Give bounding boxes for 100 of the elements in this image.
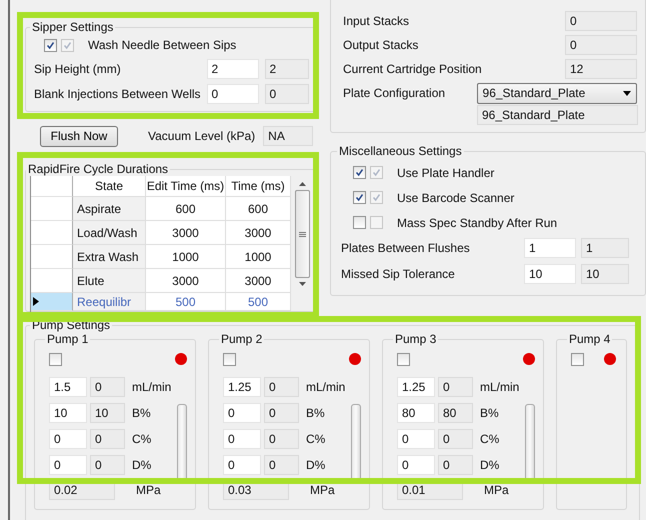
unit-label: D% <box>131 458 152 472</box>
table-row[interactable]: Load/Wash 3000 3000 <box>31 221 291 245</box>
checkbox[interactable] <box>370 216 383 229</box>
input-field[interactable]: 1.25 <box>223 377 261 397</box>
checkbox[interactable] <box>353 191 366 204</box>
input-field[interactable]: 1 <box>524 238 576 258</box>
readonly-field: 0 <box>264 84 309 104</box>
column-header[interactable]: State <box>73 176 146 197</box>
group-title: Pump 1 <box>46 332 90 346</box>
readonly-field: 80 <box>438 403 473 423</box>
readonly-field: 0 <box>90 429 125 449</box>
readonly-field: 0 <box>90 377 125 397</box>
table-cell: Reequilibr <box>73 293 146 311</box>
table-cell: 1000 <box>146 245 226 269</box>
field-label: Output Stacks <box>343 38 418 52</box>
group-title: Miscellaneous Settings <box>338 144 463 158</box>
table-cell: Load/Wash <box>73 221 146 245</box>
scroll-down-icon[interactable] <box>298 282 306 286</box>
table-cell: Elute <box>73 269 146 293</box>
table-cell: 3000 <box>226 269 291 293</box>
table-row[interactable]: Extra Wash 1000 1000 <box>31 245 291 269</box>
readonly-field: 0 <box>264 455 299 475</box>
table-cell: 600 <box>146 197 226 221</box>
input-field[interactable]: 1.5 <box>49 377 87 397</box>
unit-label: MPa <box>309 483 335 497</box>
column-header[interactable]: Time (ms) <box>226 176 291 197</box>
field-label: Input Stacks <box>343 14 410 28</box>
unit-label: B% <box>305 406 326 420</box>
row-header-cell[interactable] <box>31 221 73 245</box>
input-field[interactable]: 10 <box>49 403 87 423</box>
field-label: Plates Between Flushes <box>341 241 471 255</box>
readonly-field: 1 <box>581 238 629 258</box>
checkbox[interactable] <box>370 166 383 179</box>
readonly-field: 0 <box>565 11 637 31</box>
plate-dropdown[interactable]: 96_Standard_Plate <box>476 82 637 104</box>
input-field[interactable]: 0 <box>223 455 261 475</box>
input-field[interactable]: 0 <box>223 403 261 423</box>
table-row[interactable]: Reequilibr 500 500 <box>31 293 291 311</box>
input-field[interactable]: 0 <box>397 455 435 475</box>
readonly-field: 0 <box>438 429 473 449</box>
readonly-field: 0 <box>264 403 299 423</box>
readonly-field: 0 <box>438 455 473 475</box>
input-field[interactable]: 10 <box>524 264 576 284</box>
readonly-field: 10 <box>581 264 629 284</box>
group-title: Pump 3 <box>394 332 438 346</box>
checkbox-label: Mass Spec Standby After Run <box>397 216 558 230</box>
readonly-field: 2 <box>264 58 309 78</box>
unit-label: D% <box>305 458 326 472</box>
input-field[interactable]: 0 <box>206 84 259 104</box>
readonly-field: 0 <box>264 377 299 397</box>
input-field[interactable]: 80 <box>397 403 435 423</box>
field-label: Blank Injections Between Wells <box>34 86 201 100</box>
table-row[interactable]: Aspirate 600 600 <box>31 197 291 221</box>
unit-label: C% <box>305 432 326 446</box>
row-pointer-icon <box>33 297 39 306</box>
input-field[interactable]: 0 <box>223 429 261 449</box>
checkbox[interactable] <box>370 191 383 204</box>
checkbox[interactable] <box>571 352 584 366</box>
row-header-cell[interactable] <box>31 245 73 269</box>
checkbox-label: Wash Needle Between Sips <box>88 38 236 52</box>
flush-now-button[interactable]: Flush Now <box>40 126 118 146</box>
checkbox[interactable] <box>353 166 366 179</box>
readonly-field: 10 <box>90 403 125 423</box>
checkbox-label: Use Plate Handler <box>397 166 494 180</box>
input-field[interactable]: 0 <box>397 429 435 449</box>
field-label: Current Cartridge Position <box>343 62 482 76</box>
table-cell: Extra Wash <box>73 245 146 269</box>
readonly-field: 0 <box>90 455 125 475</box>
table-cell: 3000 <box>146 221 226 245</box>
checkbox[interactable] <box>353 216 366 229</box>
table-cell: 600 <box>226 197 291 221</box>
unit-label: mL/min <box>479 380 520 394</box>
input-field[interactable]: 0 <box>49 455 87 475</box>
checkbox-label: Use Barcode Scanner <box>397 190 514 204</box>
input-field[interactable]: 1.25 <box>397 377 435 397</box>
input-field[interactable]: 0 <box>49 429 87 449</box>
unit-label: B% <box>479 406 500 420</box>
unit-label: mL/min <box>305 380 346 394</box>
checkbox[interactable] <box>49 352 62 366</box>
checkbox[interactable] <box>61 38 74 52</box>
row-header-cell[interactable] <box>31 197 73 221</box>
table-cell: 3000 <box>146 269 226 293</box>
row-header-cell[interactable] <box>31 293 73 311</box>
checkbox[interactable] <box>397 352 410 366</box>
unit-label: MPa <box>135 483 161 497</box>
scroll-up-icon[interactable] <box>298 182 306 186</box>
unit-label: D% <box>479 458 500 472</box>
input-field[interactable]: 2 <box>206 58 259 78</box>
checkbox[interactable] <box>223 352 236 366</box>
readonly-field: 0 <box>565 35 637 55</box>
table-row[interactable]: Elute 3000 3000 <box>31 269 291 293</box>
readonly-field: NA <box>263 126 314 146</box>
unit-label: MPa <box>483 483 509 497</box>
group-title: Pump 2 <box>220 332 264 346</box>
row-header-cell[interactable] <box>31 269 73 293</box>
table-cell: 500 <box>226 293 291 311</box>
field-label: Vacuum Level (kPa) <box>148 129 256 143</box>
column-header[interactable]: Edit Time (ms) <box>146 176 226 197</box>
table-cell: 500 <box>146 293 226 311</box>
checkbox[interactable] <box>44 38 57 52</box>
